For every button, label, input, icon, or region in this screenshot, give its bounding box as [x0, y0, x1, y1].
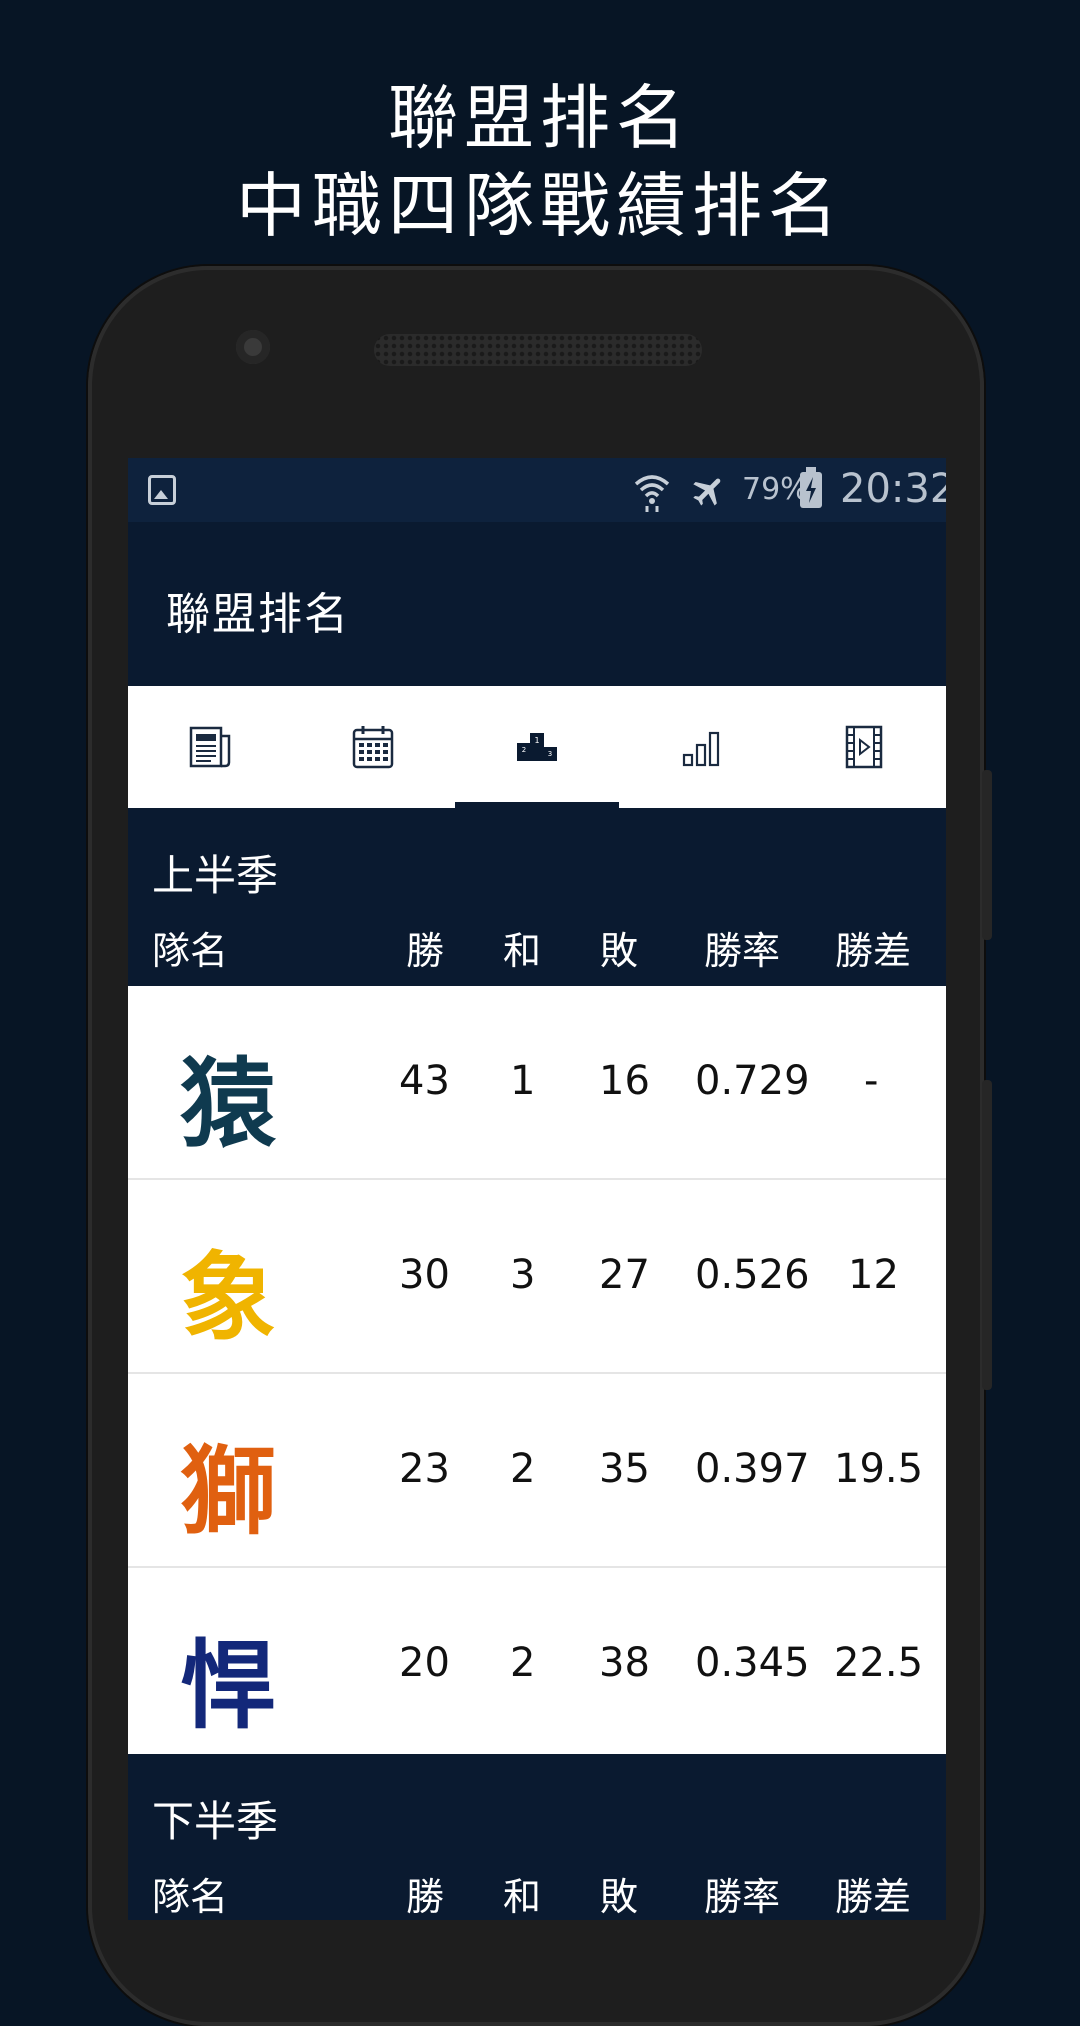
first-half-header: 上半季 隊名 勝 和 敗 勝率 勝差	[128, 808, 946, 986]
earpiece-speaker	[374, 334, 702, 366]
video-icon	[845, 725, 883, 769]
games-behind-cell: 22.5	[834, 1640, 924, 1686]
battery-percentage: 79%	[742, 472, 809, 507]
wins-cell: 20	[399, 1640, 450, 1686]
table-row[interactable]: 猿 43 1 16 0.729 -	[128, 986, 946, 1180]
tab-stats[interactable]	[619, 686, 783, 808]
table-row[interactable]: 獅 23 2 35 0.397 19.5	[128, 1374, 946, 1568]
win-rate-cell: 0.397	[695, 1446, 810, 1492]
col-team: 隊名	[152, 929, 229, 973]
games-behind-cell: -	[864, 1058, 879, 1104]
wins-cell: 30	[399, 1252, 450, 1298]
col-games-behind: 勝差	[835, 1875, 912, 1919]
page-title: 聯盟排名	[166, 589, 350, 640]
tab-videos[interactable]	[782, 686, 946, 808]
wins-cell: 43	[399, 1058, 450, 1104]
col-losses: 敗	[600, 929, 639, 973]
col-win-rate: 勝率	[704, 1875, 781, 1919]
promo-subtitle: 中職四隊戰績排名	[236, 165, 844, 247]
svg-text:2: 2	[522, 746, 526, 754]
table-row[interactable]: 悍 20 2 38 0.345 22.5	[128, 1568, 946, 1760]
col-wins: 勝	[406, 1875, 445, 1919]
season-title: 上半季	[152, 851, 279, 900]
games-behind-cell: 19.5	[834, 1446, 924, 1492]
phone-screen: 79% 20:32 聯盟排名 1 2 3 上半季 隊名 勝 和 敗 勝率 勝差 …	[128, 458, 946, 1920]
team-name: 悍	[180, 1630, 276, 1742]
svg-text:3: 3	[548, 750, 552, 758]
losses-cell: 35	[599, 1446, 650, 1492]
col-team: 隊名	[152, 1875, 229, 1919]
phone-volume-button	[982, 1080, 992, 1390]
team-name: 猿	[180, 1048, 276, 1160]
win-rate-cell: 0.345	[695, 1640, 810, 1686]
image-icon	[148, 475, 176, 505]
wins-cell: 23	[399, 1446, 450, 1492]
ties-cell: 2	[510, 1446, 536, 1492]
games-behind-cell: 12	[848, 1252, 899, 1298]
col-ties: 和	[503, 929, 542, 973]
win-rate-cell: 0.729	[695, 1058, 810, 1104]
battery-charging-icon	[800, 467, 822, 508]
season-title: 下半季	[152, 1797, 279, 1846]
status-bar: 79% 20:32	[128, 458, 946, 522]
calendar-icon	[353, 726, 394, 769]
losses-cell: 27	[599, 1252, 650, 1298]
col-win-rate: 勝率	[704, 929, 781, 973]
news-icon	[189, 726, 231, 768]
tab-standings[interactable]: 1 2 3	[455, 686, 619, 808]
phone-side-button	[982, 770, 992, 940]
podium-icon: 1 2 3	[516, 733, 557, 761]
wifi-icon	[634, 475, 670, 512]
front-camera	[236, 330, 270, 364]
col-losses: 敗	[600, 1875, 639, 1919]
col-wins: 勝	[406, 929, 445, 973]
app-bar: 聯盟排名	[128, 522, 946, 686]
status-time: 20:32	[840, 466, 946, 512]
ties-cell: 2	[510, 1640, 536, 1686]
standings-table: 猿 43 1 16 0.729 - 象 30 3 27 0.526 12 獅 2…	[128, 986, 946, 1760]
win-rate-cell: 0.526	[695, 1252, 810, 1298]
ties-cell: 1	[510, 1058, 536, 1104]
svg-text:1: 1	[534, 736, 539, 745]
col-games-behind: 勝差	[835, 929, 912, 973]
column-headers: 隊名 勝 和 敗 勝率 勝差	[128, 1866, 946, 1919]
losses-cell: 38	[599, 1640, 650, 1686]
table-row[interactable]: 象 30 3 27 0.526 12	[128, 1180, 946, 1374]
team-name: 象	[180, 1242, 276, 1354]
promo-title: 聯盟排名	[388, 77, 692, 159]
tab-bar: 1 2 3	[128, 686, 946, 808]
column-headers: 隊名 勝 和 敗 勝率 勝差	[128, 920, 946, 973]
second-half-header: 下半季 隊名 勝 和 敗 勝率 勝差	[128, 1754, 946, 1920]
losses-cell: 16	[599, 1058, 650, 1104]
tab-news[interactable]	[128, 686, 292, 808]
bar-chart-icon	[682, 731, 719, 767]
col-ties: 和	[503, 1875, 542, 1919]
tab-schedule[interactable]	[292, 686, 456, 808]
airplane-mode-icon	[693, 478, 721, 506]
ties-cell: 3	[510, 1252, 536, 1298]
team-name: 獅	[180, 1436, 276, 1548]
